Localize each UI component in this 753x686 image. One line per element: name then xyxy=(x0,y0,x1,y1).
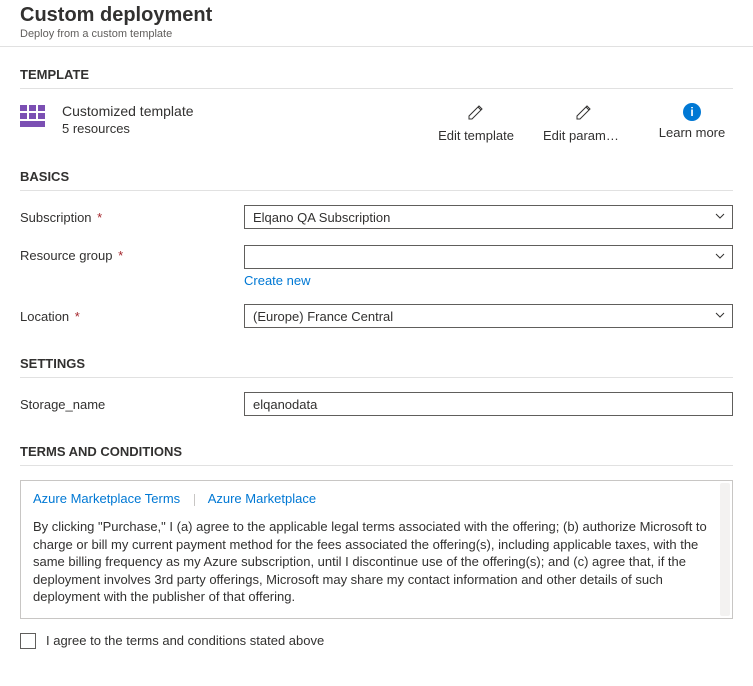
terms-box: Azure Marketplace Terms Azure Marketplac… xyxy=(20,480,733,619)
page-title: Custom deployment xyxy=(20,4,733,27)
template-name: Customized template xyxy=(62,103,194,119)
section-label-settings: SETTINGS xyxy=(20,356,733,378)
required-asterisk: * xyxy=(97,210,102,225)
location-value: (Europe) France Central xyxy=(253,309,393,324)
divider xyxy=(194,494,195,506)
storage-name-label: Storage_name xyxy=(20,397,105,412)
learn-more-button[interactable]: i Learn more xyxy=(651,103,733,140)
pencil-icon xyxy=(467,103,485,124)
location-row: Location * (Europe) France Central xyxy=(20,304,733,328)
section-label-template: TEMPLATE xyxy=(20,67,733,89)
subscription-select[interactable]: Elqano QA Subscription xyxy=(244,205,733,229)
subscription-label: Subscription xyxy=(20,210,92,225)
template-tiles-icon xyxy=(20,105,48,132)
terms-body-text: By clicking "Purchase," I (a) agree to t… xyxy=(33,518,720,606)
edit-template-label: Edit template xyxy=(438,128,514,143)
section-label-terms: TERMS AND CONDITIONS xyxy=(20,444,733,466)
template-row: Customized template 5 resources Edit tem… xyxy=(20,103,733,143)
chevron-down-icon xyxy=(714,250,726,265)
agree-label[interactable]: I agree to the terms and conditions stat… xyxy=(46,633,324,648)
scrollbar[interactable] xyxy=(720,483,730,616)
storage-name-input[interactable] xyxy=(244,392,733,416)
page-header: Custom deployment Deploy from a custom t… xyxy=(0,0,753,47)
page-content: TEMPLATE Customized template 5 resources xyxy=(0,47,753,667)
template-resources: 5 resources xyxy=(62,121,194,136)
azure-marketplace-link[interactable]: Azure Marketplace xyxy=(208,491,316,506)
resource-group-select[interactable] xyxy=(244,245,733,269)
chevron-down-icon xyxy=(714,210,726,225)
create-new-link[interactable]: Create new xyxy=(244,273,310,288)
info-icon: i xyxy=(683,103,701,121)
agree-checkbox[interactable] xyxy=(20,633,36,649)
chevron-down-icon xyxy=(714,309,726,324)
edit-parameters-label: Edit paramet… xyxy=(543,128,625,143)
subscription-row: Subscription * Elqano QA Subscription xyxy=(20,205,733,229)
required-asterisk: * xyxy=(118,248,123,263)
agree-row: I agree to the terms and conditions stat… xyxy=(20,633,733,659)
edit-parameters-button[interactable]: Edit paramet… xyxy=(543,103,625,143)
location-select[interactable]: (Europe) France Central xyxy=(244,304,733,328)
azure-marketplace-terms-link[interactable]: Azure Marketplace Terms xyxy=(33,491,180,506)
terms-links: Azure Marketplace Terms Azure Marketplac… xyxy=(33,491,720,506)
subscription-value: Elqano QA Subscription xyxy=(253,210,390,225)
required-asterisk: * xyxy=(75,309,80,324)
edit-template-button[interactable]: Edit template xyxy=(435,103,517,143)
page-subtitle: Deploy from a custom template xyxy=(20,28,733,40)
storage-name-row: Storage_name xyxy=(20,392,733,416)
section-label-basics: BASICS xyxy=(20,169,733,191)
learn-more-label: Learn more xyxy=(659,125,725,140)
location-label: Location xyxy=(20,309,69,324)
pencil-icon xyxy=(575,103,593,124)
resource-group-label: Resource group xyxy=(20,248,113,263)
resource-group-row: Resource group * Create new xyxy=(20,245,733,288)
